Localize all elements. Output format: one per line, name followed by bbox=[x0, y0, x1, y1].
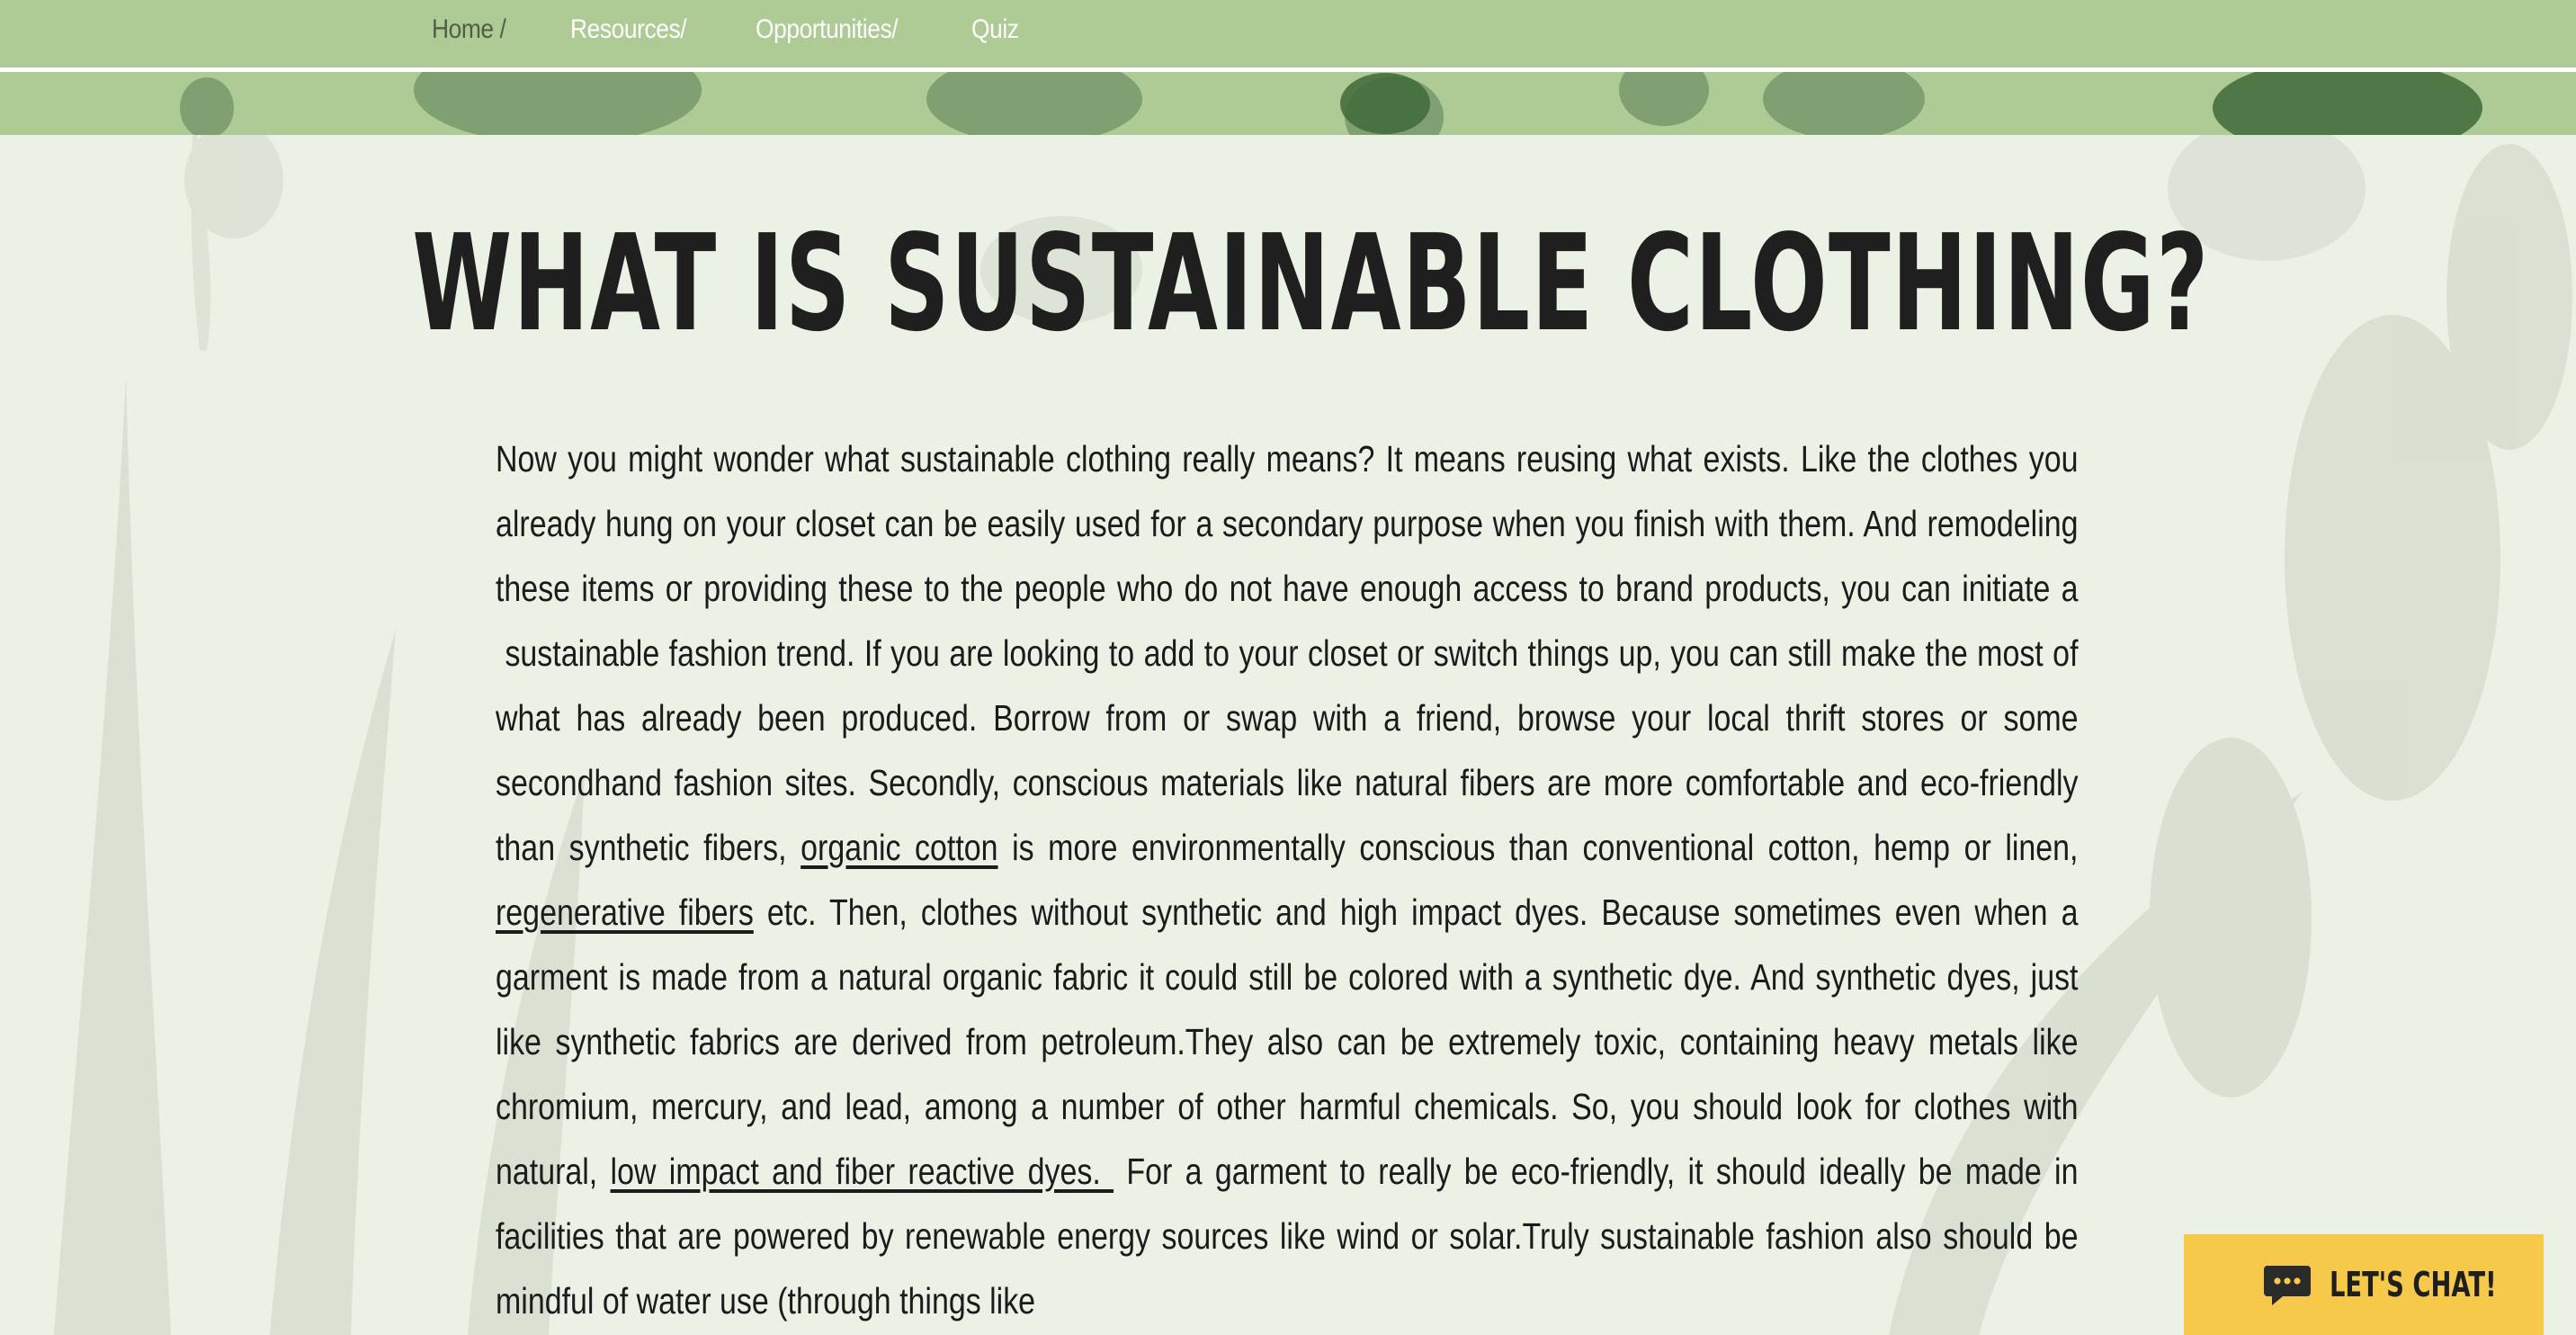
organic-cotton-link[interactable]: organic cotton bbox=[801, 827, 997, 868]
low-impact-dyes-link[interactable]: low impact and fiber reactive dyes. bbox=[611, 1151, 1114, 1192]
nav-item-home[interactable]: Home / bbox=[432, 14, 506, 45]
banner-leaves-illustration bbox=[180, 72, 2482, 135]
leaf-banner-strip bbox=[0, 72, 2576, 135]
chat-bubble-icon bbox=[2264, 1266, 2311, 1305]
paragraph-text-3: etc. Then, clothes without synthetic and… bbox=[496, 891, 2079, 1192]
page-title: WHAT IS SUSTAINABLE CLOTHING? bbox=[412, 206, 2210, 361]
nav-item-opportunities[interactable]: Opportunities/ bbox=[756, 14, 899, 45]
nav-item-quiz[interactable]: Quiz bbox=[971, 14, 1019, 45]
chat-button-label: LET'S CHAT! bbox=[2330, 1265, 2497, 1304]
chat-button[interactable]: LET'S CHAT! bbox=[2184, 1234, 2544, 1335]
regenerative-fibers-link[interactable]: regenerative fibers bbox=[496, 891, 754, 933]
main-menu: Home / Resources/ Opportunities/ Quiz bbox=[432, 0, 1025, 59]
nav-item-resources[interactable]: Resources/ bbox=[570, 14, 687, 45]
paragraph-text-2: is more environmentally conscious than c… bbox=[997, 827, 2079, 868]
paragraph-text-1: Now you might wonder what sustainable cl… bbox=[496, 438, 2079, 868]
article-body: Now you might wonder what sustainable cl… bbox=[496, 426, 2079, 1333]
article-paragraph: Now you might wonder what sustainable cl… bbox=[496, 426, 2079, 1333]
nav-bar bbox=[0, 0, 2576, 67]
